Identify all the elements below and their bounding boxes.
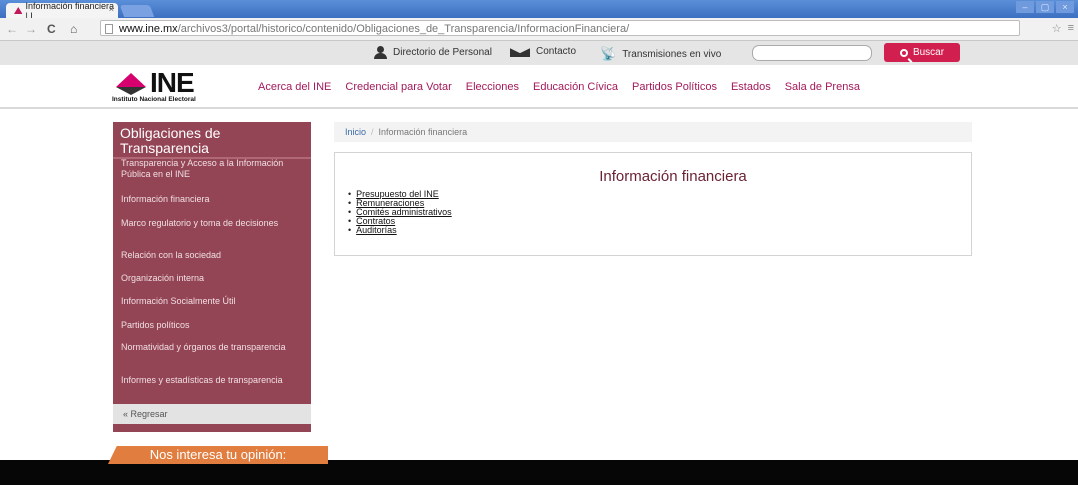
list-item: Auditorías: [348, 226, 452, 235]
home-icon[interactable]: ⌂: [70, 22, 77, 36]
main-nav: Acerca del INE Credencial para Votar Ele…: [258, 81, 860, 93]
page-icon: [105, 24, 113, 34]
search-button[interactable]: Buscar: [884, 43, 960, 62]
nav-prensa[interactable]: Sala de Prensa: [785, 81, 860, 93]
new-tab-button[interactable]: [119, 5, 155, 17]
search-icon: [899, 48, 908, 57]
ine-logo[interactable]: INE Instituto Nacional Electoral: [112, 67, 242, 105]
tab-close-icon[interactable]: ×: [109, 4, 114, 14]
minimize-icon[interactable]: ‒: [1016, 1, 1034, 13]
url-host: www.ine.mx: [119, 23, 178, 35]
feedback-tab[interactable]: Nos interesa tu opinión:: [108, 446, 328, 464]
back-link[interactable]: « Regresar: [113, 404, 311, 424]
nav-educacion[interactable]: Educación Cívica: [533, 81, 618, 93]
back-icon[interactable]: ←: [6, 22, 18, 36]
sidebar-item-relacion[interactable]: Relación con la sociedad: [121, 250, 291, 261]
breadcrumb-home[interactable]: Inicio: [345, 127, 366, 137]
window-close-icon[interactable]: ×: [1056, 1, 1074, 13]
logo-word: INE: [150, 67, 195, 98]
sidebar-item-normatividad[interactable]: Normatividad y órganos de transparencia: [121, 342, 291, 353]
nav-credencial[interactable]: Credencial para Votar: [345, 81, 451, 93]
breadcrumb-separator: /: [371, 127, 374, 137]
url-path: /archivos3/portal/historico/contenido/Ob…: [177, 23, 630, 35]
sidebar-title: Obligaciones de Transparencia: [120, 125, 221, 156]
directorio-link[interactable]: Directorio de Personal: [374, 46, 492, 59]
browser-menu-icon[interactable]: ≡: [1068, 22, 1074, 35]
directorio-label: Directorio de Personal: [393, 47, 492, 58]
sidebar: Obligaciones de Transparencia Transparen…: [113, 122, 311, 432]
forward-icon[interactable]: →: [25, 22, 37, 36]
sidebar-item-transparencia[interactable]: Transparencia y Acceso a la Información …: [121, 158, 291, 180]
browser-tabstrip: Información financiera | I × ‒ ▢ ×: [0, 0, 1078, 21]
ine-favicon-icon: [14, 7, 23, 14]
sidebar-item-marco[interactable]: Marco regulatorio y toma de decisiones: [121, 218, 291, 229]
window-controls: ‒ ▢ ×: [1016, 1, 1074, 13]
transmisiones-label: Transmisiones en vivo: [622, 48, 722, 60]
sidebar-item-financiera[interactable]: Información financiera: [121, 194, 291, 205]
content-panel: Información financiera Presupuesto del I…: [334, 152, 972, 256]
financial-links-list: Presupuesto del INE Remuneraciones Comit…: [348, 190, 452, 235]
person-icon: [374, 46, 387, 59]
contacto-label: Contacto: [536, 46, 577, 57]
logo-subtitle: Instituto Nacional Electoral: [112, 96, 196, 103]
search-button-label: Buscar: [912, 47, 945, 58]
page-title: Información financiera: [599, 168, 747, 185]
utility-bar: Directorio de Personal Contacto 📡 Transm…: [0, 41, 1078, 65]
breadcrumb: Inicio / Información financiera: [334, 122, 972, 142]
bookmark-star-icon[interactable]: ☆: [1052, 22, 1062, 35]
sidebar-item-organizacion[interactable]: Organización interna: [121, 273, 291, 284]
browser-toolbar: ← → C ⌂ www.ine.mx/archivos3/portal/hist…: [0, 18, 1078, 41]
search-input[interactable]: [752, 45, 872, 61]
transmisiones-link[interactable]: 📡 Transmisiones en vivo: [600, 46, 721, 62]
nav-elecciones[interactable]: Elecciones: [466, 81, 519, 93]
maximize-icon[interactable]: ▢: [1036, 1, 1054, 13]
browser-tab[interactable]: Información financiera | I ×: [6, 1, 118, 21]
sidebar-item-socialmente-util[interactable]: Información Socialmente Útil: [121, 296, 291, 307]
nav-estados[interactable]: Estados: [731, 81, 771, 93]
breadcrumb-current: Información financiera: [378, 127, 468, 137]
sidebar-item-informes[interactable]: Informes y estadísticas de transparencia: [121, 375, 291, 386]
mail-icon: [510, 46, 530, 57]
link-auditorias[interactable]: Auditorías: [356, 225, 397, 235]
site-header: INE Instituto Nacional Electoral Acerca …: [0, 65, 1078, 109]
nav-acerca[interactable]: Acerca del INE: [258, 81, 331, 93]
logo-diamond-icon: [116, 73, 146, 97]
sidebar-footer-strip: [113, 424, 311, 432]
satellite-icon: 📡: [600, 46, 617, 61]
address-bar[interactable]: www.ine.mx/archivos3/portal/historico/co…: [100, 20, 1020, 36]
sidebar-item-partidos[interactable]: Partidos políticos: [121, 320, 291, 331]
reload-icon[interactable]: C: [47, 22, 56, 36]
nav-partidos[interactable]: Partidos Políticos: [632, 81, 717, 93]
contacto-link[interactable]: Contacto: [510, 46, 576, 57]
